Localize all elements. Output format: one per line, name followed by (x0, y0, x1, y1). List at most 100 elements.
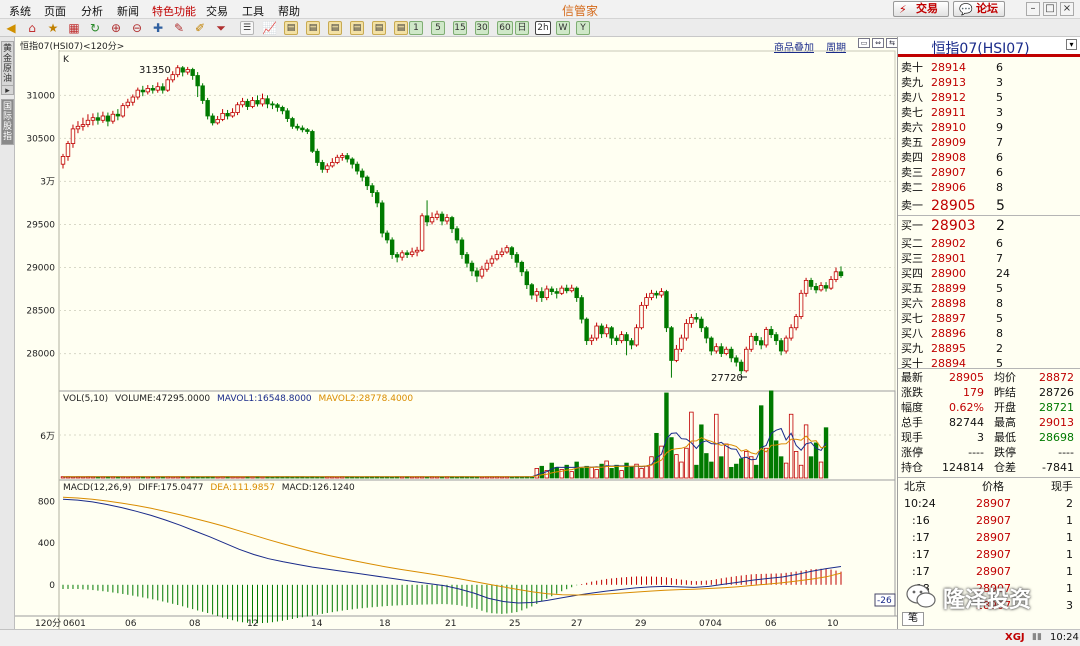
tick-row[interactable]: :17 28907 1 (898, 563, 1080, 580)
tab-gold-oil[interactable]: 黄金原油 (1, 41, 14, 87)
tick-row[interactable]: 10:24 28907 2 (898, 495, 1080, 512)
drawing-tool-icon[interactable]: ✐ (193, 21, 207, 35)
refresh-icon[interactable]: ↻ (88, 21, 102, 35)
asks-level[interactable]: 卖六 28910 9 (901, 120, 1079, 135)
menu-features[interactable]: 特色功能 (152, 3, 196, 19)
candle-body (614, 337, 619, 342)
zoom-out-icon[interactable]: ⊖ (130, 21, 144, 35)
candle-body (300, 127, 305, 131)
volume-bar (629, 466, 634, 479)
trade-button[interactable]: ⚡ 交易 (893, 1, 949, 17)
volume-bar (614, 464, 619, 479)
layout-icon-3[interactable]: ▤ (328, 21, 342, 35)
back-arrow-icon[interactable]: ◀ (4, 21, 18, 35)
volume-bar (744, 451, 749, 479)
bid-level-1[interactable]: 买一 28903 2 (901, 216, 1079, 236)
menu-page[interactable]: 页面 (44, 3, 66, 19)
tick-row[interactable]: :17 28907 1 (898, 529, 1080, 546)
candle-body (599, 325, 604, 335)
menu-news[interactable]: 新闻 (117, 3, 139, 19)
asks-level[interactable]: 卖七 28911 3 (901, 105, 1079, 120)
period-60-button[interactable]: 60 (497, 21, 513, 35)
pencil-icon[interactable]: ✎ (172, 21, 186, 35)
stat-value: 28905 (949, 371, 984, 384)
bids-level[interactable]: 买二 28902 6 (901, 236, 1079, 251)
candle-body (454, 228, 460, 241)
candle-body (674, 348, 679, 361)
bids-level[interactable]: 买六 28898 8 (901, 296, 1079, 311)
panel-menu-icon[interactable]: ▾ (1066, 39, 1077, 50)
watermark-text: 隆泽投资 (943, 588, 1032, 613)
layout-icon-1[interactable]: ▤ (284, 21, 298, 35)
layout-icon-5[interactable]: ▤ (372, 21, 386, 35)
period-1-button[interactable]: 1 (409, 21, 423, 35)
asks-level[interactable]: 卖十 28914 6 (901, 60, 1079, 75)
asks-level[interactable]: 卖三 28907 6 (901, 165, 1079, 180)
bids-level[interactable]: 买八 28896 8 (901, 326, 1079, 341)
volume-bar (778, 456, 784, 479)
layout-icon-6[interactable]: ▤ (394, 21, 408, 35)
maximize-icon[interactable]: □ (1043, 2, 1057, 16)
tab-trades[interactable]: 笔 (902, 612, 924, 626)
minimize-icon[interactable]: – (1026, 2, 1040, 16)
x-tick: 14 (311, 619, 323, 629)
chart-line-icon[interactable]: 📈 (262, 21, 277, 35)
candle-body (140, 89, 145, 93)
tab-arrow-icon[interactable]: ▸ (1, 85, 14, 96)
zoom-in-icon[interactable]: ⊕ (109, 21, 123, 35)
menu-analysis[interactable]: 分析 (81, 3, 103, 19)
tick-row[interactable]: :16 28907 1 (898, 512, 1080, 529)
level-price: 28907 (931, 166, 966, 179)
kline-chart[interactable]: 31000 30500 3万 29500 29000 28500 28000 K 31350… (15, 50, 897, 629)
asks-level[interactable]: 卖二 28906 8 (901, 180, 1079, 195)
asks-level[interactable]: 卖八 28912 5 (901, 90, 1079, 105)
period-30-button[interactable]: 30 (475, 21, 489, 35)
stats-divider (898, 368, 1080, 369)
candle-body (80, 124, 86, 127)
candlestick-series (60, 65, 844, 378)
volume-bar (539, 465, 544, 479)
star-icon[interactable]: ★ (46, 21, 60, 35)
layout-icon-4[interactable]: ▤ (350, 21, 364, 35)
tick-row[interactable]: :17 28907 1 (898, 546, 1080, 563)
asks-level[interactable]: 卖四 28908 6 (901, 150, 1079, 165)
level-volume: 8 (996, 181, 1003, 194)
grid-icon[interactable]: ▦ (67, 21, 81, 35)
crosshair-icon[interactable]: ✚ (151, 21, 165, 35)
menu-system[interactable]: 系统 (9, 3, 31, 19)
bids-level[interactable]: 买三 28901 7 (901, 251, 1079, 266)
bids-level[interactable]: 买七 28897 5 (901, 311, 1079, 326)
asks-level[interactable]: 卖五 28909 7 (901, 135, 1079, 150)
candle-body (783, 337, 789, 352)
candle-body (155, 86, 160, 91)
period-5-button[interactable]: 5 (431, 21, 445, 35)
close-icon[interactable]: × (1060, 2, 1074, 16)
bid1-label: 买一 (901, 219, 923, 232)
macd-dea-line (62, 496, 842, 596)
chart-restore-icon[interactable]: ▭ (858, 38, 870, 48)
bids-level[interactable]: 买四 28900 24 (901, 266, 1079, 281)
period-15-button[interactable]: 15 (453, 21, 467, 35)
forum-button[interactable]: 💬 论坛 (953, 1, 1005, 17)
period-day-button[interactable]: 日 (515, 21, 529, 35)
layout-icon-2[interactable]: ▤ (306, 21, 320, 35)
period-week-button[interactable]: W (556, 21, 570, 35)
table-icon[interactable]: ☰ (240, 21, 254, 35)
period-2h-button[interactable]: 2h (535, 21, 551, 35)
chart-expand-icon[interactable]: ⇔ (872, 38, 884, 48)
bids-level[interactable]: 买九 28895 2 (901, 341, 1079, 356)
asks-level[interactable]: 卖九 28913 3 (901, 75, 1079, 90)
menu-trade[interactable]: 交易 (206, 3, 228, 19)
menu-tools[interactable]: 工具 (242, 3, 264, 19)
ask-level-1[interactable]: 卖一 28905 5 (901, 196, 1079, 216)
volume-bar (554, 466, 559, 479)
macd-tick: 400 (38, 539, 55, 549)
filter-icon[interactable]: ⏷ (214, 21, 228, 35)
menu-help[interactable]: 帮助 (278, 3, 300, 19)
home-icon[interactable]: ⌂ (25, 21, 39, 35)
bids-level[interactable]: 买五 28899 5 (901, 281, 1079, 296)
tab-intl-index[interactable]: 国际股指 (1, 99, 14, 145)
vol-header: VOL(5,10) VOLUME:47295.0000 MAVOL1:16548… (63, 394, 413, 404)
forum-button-label: 论坛 (976, 2, 998, 15)
period-year-button[interactable]: Y (576, 21, 590, 35)
